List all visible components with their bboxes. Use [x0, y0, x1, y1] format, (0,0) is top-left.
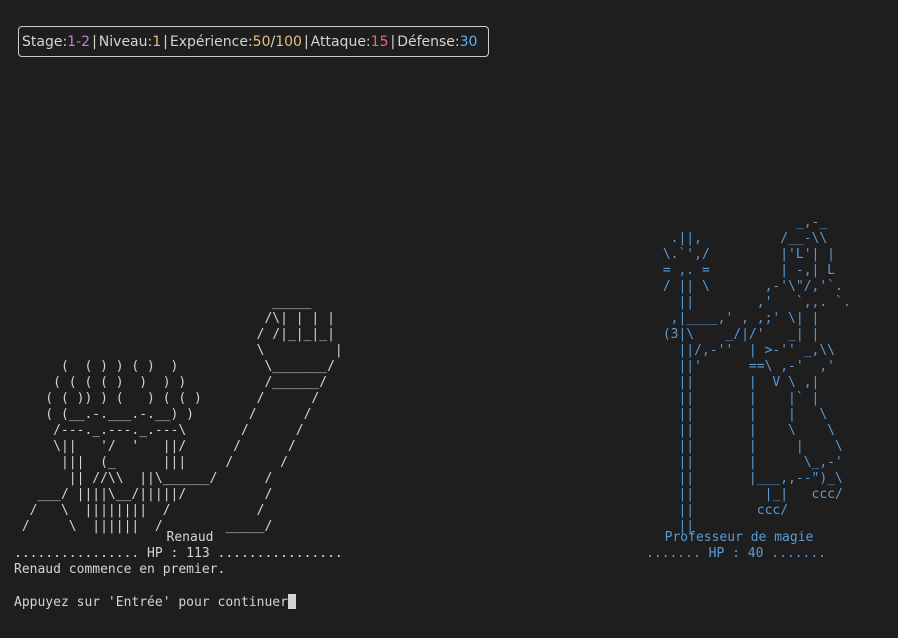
turn-message: Renaud commence en premier. — [14, 562, 226, 577]
hero-ascii-art: _____ /\| | | | / /|_|_|_| \ | ( ( ) ) (… — [21, 295, 343, 534]
attack-value: 15 — [370, 33, 389, 50]
defense-value: 30 — [459, 33, 478, 50]
attack-label: Attaque: — [310, 33, 371, 50]
continue-prompt-text: Appuyez sur 'Entrée' pour continuer — [14, 595, 288, 610]
defense-label: Défense: — [397, 33, 460, 50]
enemy-hp-line: ....... HP : 40 ....... — [646, 546, 827, 561]
status-separator: | — [390, 33, 396, 50]
stage-value: 1-2 — [67, 33, 91, 50]
stage-label: Stage: — [22, 33, 68, 50]
hero-hp-line: ................ HP : 113 ..............… — [14, 546, 343, 561]
continue-prompt[interactable]: Appuyez sur 'Entrée' pour continuer — [14, 594, 296, 611]
terminal-cursor — [287, 594, 296, 609]
status-separator: | — [303, 33, 309, 50]
status-bar: Stage: 1-2 | Niveau: 1 | Expérience: 50/100 | Att… — [18, 26, 489, 57]
xp-current: 50 — [252, 33, 271, 50]
enemy-name: Professeur de magie — [664, 530, 814, 545]
hero-name: Renaud — [166, 530, 214, 545]
level-label: Niveau: — [98, 33, 153, 50]
xp-label: Expérience: — [169, 33, 253, 50]
level-value: 1 — [152, 33, 162, 50]
status-separator: | — [163, 33, 168, 50]
status-separator: | — [92, 33, 97, 50]
enemy-ascii-art: _,-_ .||, /__-\\ \.`',/ |'L'| | = ,. = |… — [662, 215, 851, 534]
xp-max: 100 — [275, 33, 302, 50]
